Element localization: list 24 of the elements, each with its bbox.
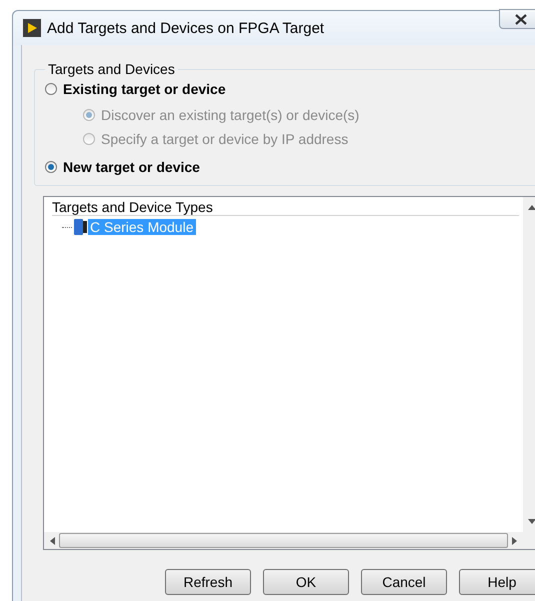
scroll-right-icon[interactable]	[512, 536, 517, 544]
dialog-button[interactable]: Cancel	[361, 569, 447, 595]
dialog-button[interactable]: Refresh	[165, 569, 251, 595]
scroll-left-icon[interactable]	[50, 536, 55, 544]
vertical-scrollbar[interactable]	[523, 197, 535, 532]
dialog-button[interactable]: OK	[263, 569, 349, 595]
column-header: Targets and Device Types	[52, 199, 519, 216]
horizontal-scrollbar[interactable]	[44, 532, 523, 549]
close-button[interactable]	[499, 9, 535, 29]
radio-label: Existing target or device	[63, 81, 226, 97]
app-logo-icon	[23, 19, 41, 37]
window-title: Add Targets and Devices on FPGA Target	[47, 20, 324, 36]
radio-label: Specify a target or device by IP address	[101, 131, 348, 147]
scroll-down-icon[interactable]	[528, 519, 535, 524]
radio-button[interactable]	[45, 161, 57, 173]
radio-button[interactable]	[45, 83, 57, 95]
scroll-thumb[interactable]	[59, 533, 508, 548]
module-icon	[72, 218, 88, 236]
group-title: Targets and Devices	[47, 61, 176, 77]
radio-label: New target or device	[63, 159, 200, 175]
dialog-button[interactable]: Help	[459, 569, 535, 595]
scroll-up-icon[interactable]	[528, 205, 535, 210]
radio-label: Discover an existing target(s) or device(s)	[101, 107, 360, 123]
close-icon	[515, 14, 527, 24]
